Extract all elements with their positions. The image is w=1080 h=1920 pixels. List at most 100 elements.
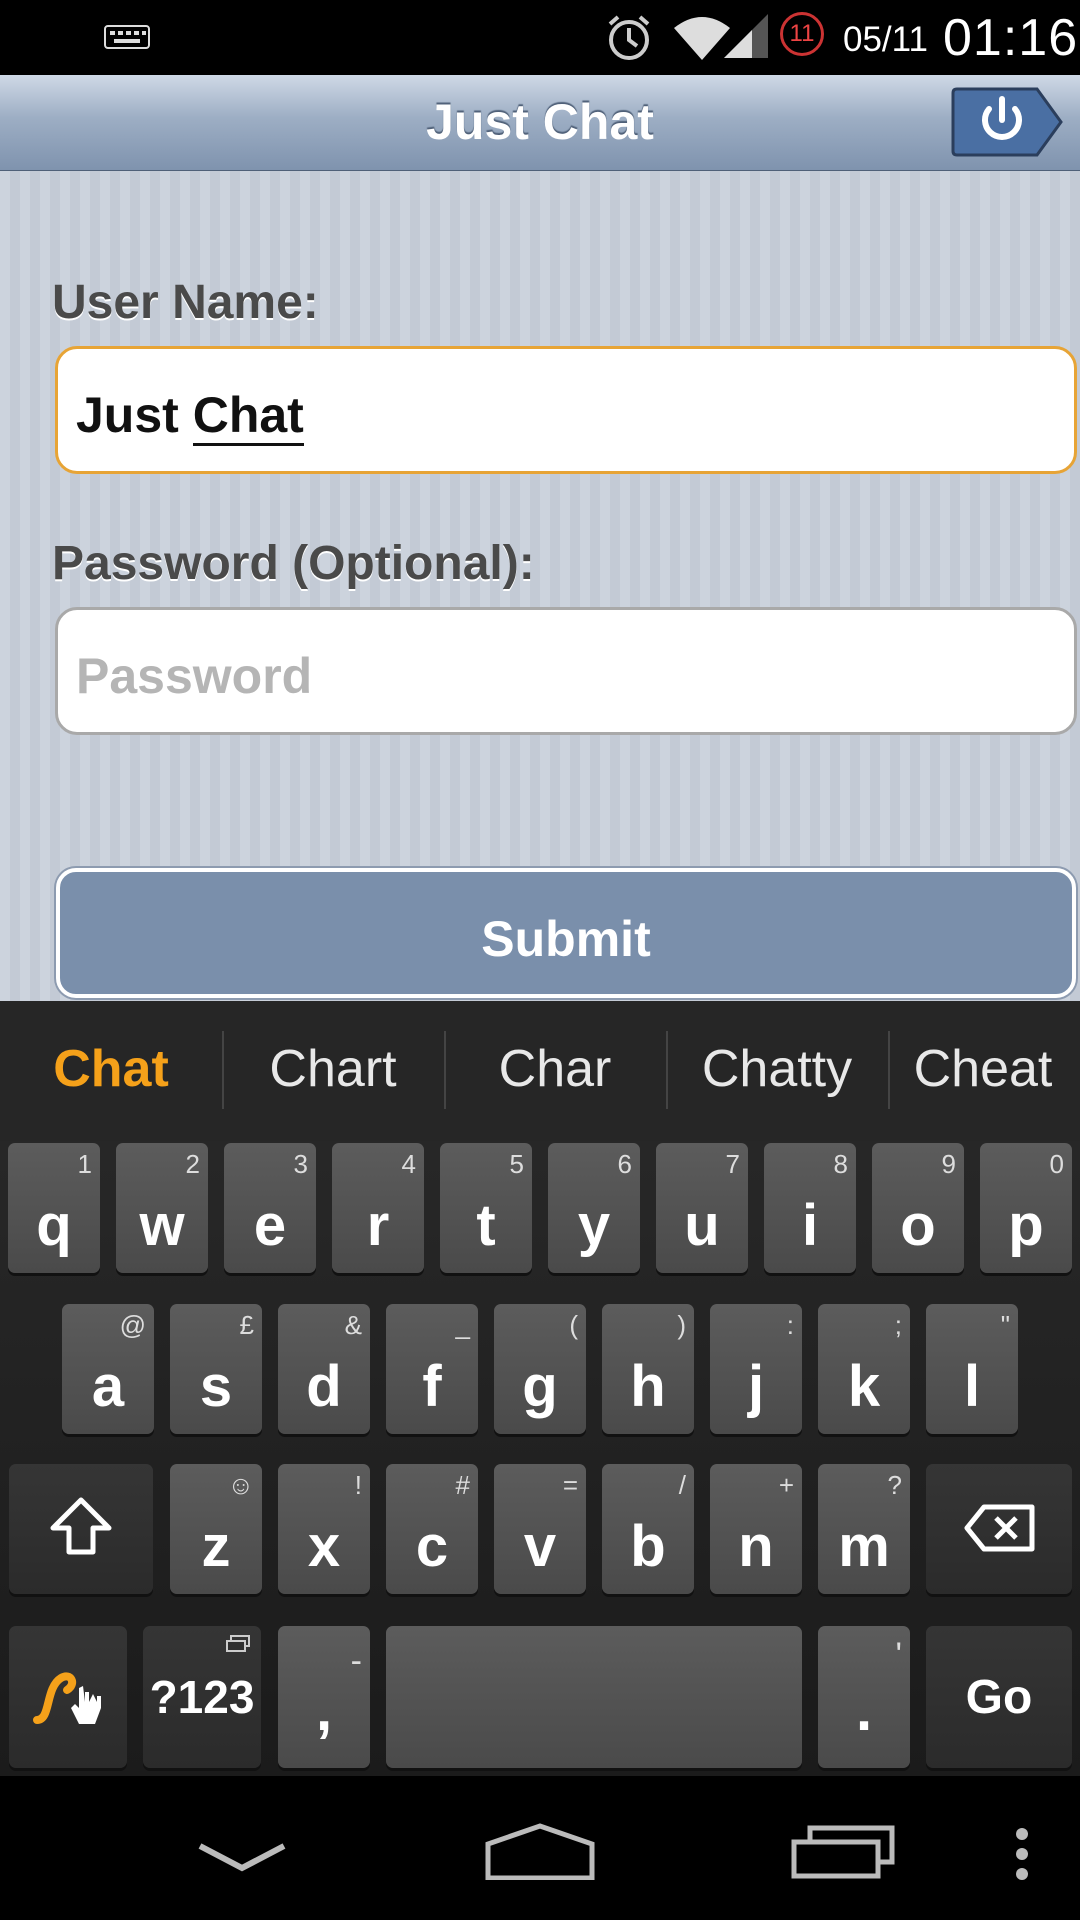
key-label: t: [476, 1193, 496, 1258]
key-hint: 6: [617, 1149, 632, 1179]
key-label: x: [307, 1514, 341, 1579]
back-icon[interactable]: [196, 1840, 288, 1876]
suggestion-item[interactable]: Chart: [222, 1039, 444, 1099]
key-label: w: [139, 1193, 185, 1258]
key-label: n: [738, 1514, 774, 1579]
key-label: r: [366, 1193, 390, 1258]
key-s[interactable]: £ s: [170, 1304, 262, 1434]
username-input[interactable]: Just Chat: [55, 346, 1077, 474]
key-label: g: [522, 1354, 558, 1419]
key-c[interactable]: # c: [386, 1464, 478, 1594]
key-v[interactable]: = v: [494, 1464, 586, 1594]
key-label: o: [900, 1193, 936, 1258]
key-d[interactable]: & d: [278, 1304, 370, 1434]
key-hint: ;: [894, 1310, 902, 1340]
key-y[interactable]: 6y: [548, 1143, 640, 1273]
status-date: 05/11: [843, 20, 928, 59]
comma-key-hint: -: [350, 1642, 362, 1680]
key-q[interactable]: 1q: [8, 1143, 100, 1273]
key-hint: 5: [509, 1149, 524, 1179]
key-i[interactable]: 8i: [764, 1143, 856, 1273]
key-hint: 8: [833, 1149, 848, 1179]
key-hint: 3: [293, 1149, 308, 1179]
key-hint: ?: [887, 1470, 902, 1500]
key-label: v: [523, 1514, 557, 1579]
key-hint: 9: [941, 1149, 956, 1179]
suggestion-item[interactable]: Cheat: [888, 1039, 1078, 1099]
go-key[interactable]: Go: [926, 1626, 1072, 1768]
key-e[interactable]: 3e: [224, 1143, 316, 1273]
key-x[interactable]: ! x: [278, 1464, 370, 1594]
key-label: d: [306, 1354, 342, 1419]
alarm-icon: [608, 15, 650, 60]
password-input[interactable]: Password: [55, 607, 1077, 735]
comma-key[interactable]: - ,: [278, 1626, 370, 1768]
key-n[interactable]: + n: [710, 1464, 802, 1594]
key-label: a: [91, 1354, 125, 1419]
app-header: Just Chat: [0, 75, 1080, 172]
go-key-label: Go: [965, 1671, 1033, 1724]
password-label: Password (Optional):: [52, 537, 535, 590]
key-hint: /: [678, 1470, 686, 1500]
period-key-hint: ': [895, 1636, 903, 1674]
shift-key[interactable]: [9, 1464, 153, 1594]
key-z[interactable]: ☺ z: [170, 1464, 262, 1594]
backspace-icon: [964, 1504, 1035, 1552]
key-hint: #: [455, 1470, 470, 1500]
key-j[interactable]: :j: [710, 1304, 802, 1434]
symbols-key[interactable]: ?123: [143, 1626, 261, 1768]
key-hint: =: [562, 1470, 578, 1500]
key-hint: +: [778, 1470, 794, 1500]
key-hint: 1: [77, 1149, 92, 1179]
key-h[interactable]: ) h: [602, 1304, 694, 1434]
key-hint: &: [344, 1310, 362, 1340]
key-o[interactable]: 9o: [872, 1143, 964, 1273]
login-form: User Name: Just Chat Password (Optional)…: [0, 171, 1080, 1001]
logout-button[interactable]: [951, 87, 1063, 157]
menu-icon[interactable]: [1010, 1826, 1034, 1882]
key-hint: ": [1000, 1310, 1010, 1340]
key-hint: 4: [401, 1149, 416, 1179]
submit-label: Submit: [481, 911, 651, 967]
comma-key-label: ,: [315, 1678, 333, 1743]
key-label: h: [630, 1354, 666, 1419]
key-a[interactable]: @ a: [62, 1304, 154, 1434]
suggestion-item[interactable]: Chatty: [666, 1039, 888, 1099]
key-f[interactable]: _ f: [386, 1304, 478, 1434]
backspace-key[interactable]: [926, 1464, 1072, 1594]
key-hint: @: [119, 1310, 146, 1340]
key-hint: (: [569, 1310, 578, 1340]
key-label: j: [747, 1354, 765, 1419]
swype-icon: [33, 1672, 101, 1724]
notification-badge-icon: 11: [780, 12, 824, 56]
key-label: c: [415, 1514, 449, 1579]
key-k[interactable]: ; k: [818, 1304, 910, 1434]
key-label: b: [630, 1514, 666, 1579]
key-w[interactable]: 2w: [116, 1143, 208, 1273]
key-hint: !: [354, 1470, 362, 1500]
soft-keyboard: Chat Chart Char Chatty Cheat 1q2w3e4r5t6…: [0, 1001, 1080, 1776]
key-t[interactable]: 5t: [440, 1143, 532, 1273]
key-hint: _: [455, 1310, 470, 1340]
username-label: User Name:: [52, 276, 319, 329]
key-g[interactable]: (g: [494, 1304, 586, 1434]
key-l[interactable]: " l: [926, 1304, 1018, 1434]
suggestion-item[interactable]: Char: [444, 1039, 666, 1099]
key-r[interactable]: 4r: [332, 1143, 424, 1273]
suggestion-item[interactable]: Chat: [0, 1039, 222, 1099]
home-icon[interactable]: [484, 1822, 596, 1880]
key-m[interactable]: ? m: [818, 1464, 910, 1594]
key-label: z: [201, 1514, 231, 1579]
key-b[interactable]: / b: [602, 1464, 694, 1594]
space-key[interactable]: [386, 1626, 802, 1768]
key-label: e: [253, 1193, 287, 1258]
key-u[interactable]: 7u: [656, 1143, 748, 1273]
key-label: s: [199, 1354, 233, 1419]
username-value-word1: Just: [76, 387, 179, 443]
swype-key[interactable]: [9, 1626, 127, 1768]
key-p[interactable]: 0p: [980, 1143, 1072, 1273]
period-key[interactable]: ' .: [818, 1626, 910, 1768]
recent-apps-icon[interactable]: [790, 1824, 896, 1880]
keyboard-mode-icon: [226, 1635, 250, 1652]
submit-button[interactable]: Submit: [56, 868, 1076, 998]
